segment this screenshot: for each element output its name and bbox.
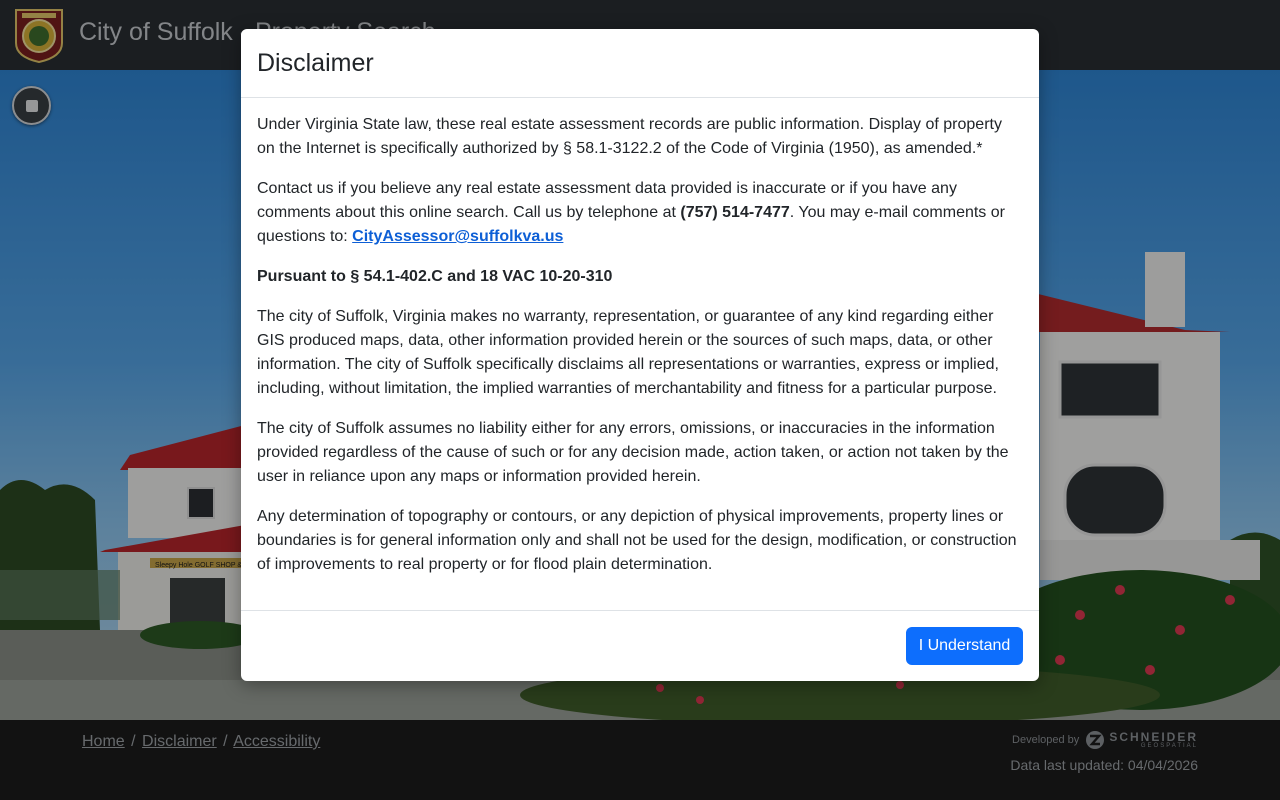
disclaimer-paragraph-warranty: The city of Suffolk, Virginia makes no w… <box>257 308 999 397</box>
modal-footer: I Understand <box>241 610 1039 681</box>
disclaimer-heading: Pursuant to § 54.1-402.C and 18 VAC 10-2… <box>257 265 1023 289</box>
email-link[interactable]: CityAssessor@suffolkva.us <box>352 228 563 245</box>
disclaimer-modal: Disclaimer Under Virginia State law, the… <box>241 29 1039 681</box>
disclaimer-paragraph-liability: The city of Suffolk assumes no liability… <box>257 420 1009 485</box>
disclaimer-paragraph-topography: Any determination of topography or conto… <box>257 508 1017 573</box>
modal-header: Disclaimer <box>241 29 1039 98</box>
phone-number: (757) 514-7477 <box>680 204 790 221</box>
i-understand-button[interactable]: I Understand <box>906 627 1023 665</box>
disclaimer-paragraph-contact: Contact us if you believe any real estat… <box>257 177 1023 249</box>
modal-title: Disclaimer <box>257 49 374 77</box>
modal-body: Under Virginia State law, these real est… <box>241 98 1039 610</box>
disclaimer-paragraph-law: Under Virginia State law, these real est… <box>257 116 1002 157</box>
pursuant-heading: Pursuant to § 54.1-402.C and 18 VAC 10-2… <box>257 268 613 285</box>
